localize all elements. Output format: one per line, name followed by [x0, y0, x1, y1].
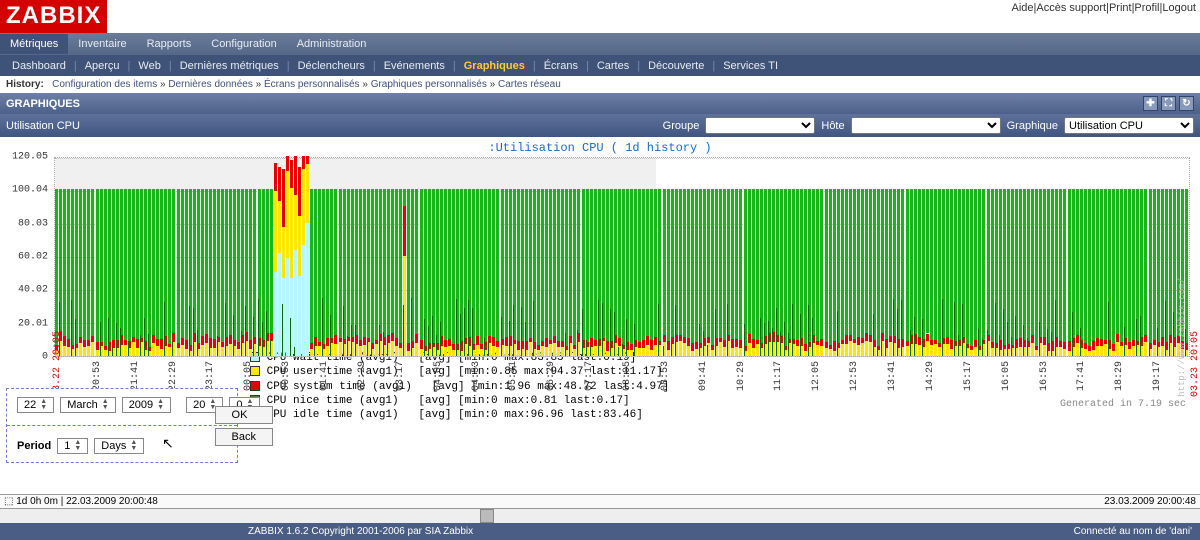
submenu-Découverte[interactable]: Découverte	[640, 60, 712, 72]
submenu-Evénements[interactable]: Evénements	[376, 60, 453, 72]
userlink-print[interactable]: Print	[1109, 2, 1132, 14]
menu-Métriques[interactable]: Métriques	[0, 34, 68, 54]
history-link[interactable]: Écrans personnalisés	[264, 79, 360, 90]
submenu-Web[interactable]: Web	[130, 60, 168, 72]
section-header: GRAPHIQUES ✚ ⛶ ↻	[0, 93, 1200, 114]
year-spinner[interactable]: 2009▲▼	[122, 397, 171, 413]
footer-user: Connecté au nom de 'dani'	[1074, 526, 1192, 537]
history-label: History:	[6, 79, 44, 90]
refresh-icon[interactable]: ↻	[1179, 96, 1194, 111]
filter-bar: Utilisation CPU Groupe Hôte Graphique Ut…	[0, 114, 1200, 137]
sub-menu: Dashboard|Aperçu|Web|Dernières métriques…	[0, 55, 1200, 76]
userlink-aide[interactable]: Aide	[1011, 2, 1033, 14]
submenu-Écrans[interactable]: Écrans	[536, 60, 586, 72]
date-controls-panel: 22▲▼ March▲▼ 2009▲▼ 20▲▼ 0▲▼ Period 1▲▼ …	[6, 388, 238, 463]
chart-plot[interactable]	[54, 157, 1190, 357]
footer-copyright: ZABBIX 1.6.2 Copyright 2001-2006 par SIA…	[248, 526, 473, 537]
submenu-Graphiques[interactable]: Graphiques	[456, 60, 533, 72]
group-label: Groupe	[663, 120, 700, 132]
month-spinner[interactable]: March▲▼	[60, 397, 116, 413]
y-axis-labels: 020.0140.0260.0280.03100.04120.05	[10, 157, 50, 357]
menu-Configuration[interactable]: Configuration	[201, 34, 286, 54]
submenu-Dernières métriques[interactable]: Dernières métriques	[172, 60, 287, 72]
graph-name-label: Utilisation CPU	[6, 120, 80, 132]
menu-Administration[interactable]: Administration	[287, 34, 377, 54]
graph-label: Graphique	[1007, 120, 1058, 132]
submenu-Cartes[interactable]: Cartes	[589, 60, 637, 72]
watermark: http://www.zabbix.com/	[1177, 278, 1187, 397]
slider-handle[interactable]	[480, 509, 494, 523]
generated-note: Generated in 7.19 sec	[1060, 399, 1186, 410]
timeline-bar: ⬚ 1d 0h 0m | 22.03.2009 20:00:48 23.03.2…	[0, 494, 1200, 509]
userlink-profil[interactable]: Profil	[1134, 2, 1159, 14]
period-label: Period	[17, 440, 51, 452]
ok-button[interactable]: OK	[215, 406, 273, 424]
submenu-Aperçu[interactable]: Aperçu	[77, 60, 128, 72]
back-button[interactable]: Back	[215, 428, 273, 446]
host-select[interactable]	[851, 117, 1001, 134]
history-link[interactable]: Dernières données	[168, 79, 253, 90]
period-unit-spinner[interactable]: Days▲▼	[94, 438, 144, 454]
host-label: Hôte	[821, 120, 844, 132]
menu-Rapports[interactable]: Rapports	[137, 34, 202, 54]
history-link[interactable]: Cartes réseau	[498, 79, 561, 90]
user-links: Aide|Accès support|Print|Profil|Logout	[1011, 0, 1200, 14]
history-link[interactable]: Configuration des items	[52, 79, 157, 90]
add-icon[interactable]: ✚	[1143, 96, 1158, 111]
logo: ZABBIX	[0, 0, 107, 33]
fullscreen-icon[interactable]: ⛶	[1161, 96, 1176, 111]
submenu-Services TI[interactable]: Services TI	[715, 60, 786, 72]
timeline-left: 1d 0h 0m | 22.03.2009 20:00:48	[16, 496, 158, 507]
section-title: GRAPHIQUES	[6, 98, 80, 110]
period-value-spinner[interactable]: 1▲▼	[57, 438, 88, 454]
history-link[interactable]: Graphiques personnalisés	[371, 79, 487, 90]
userlink-accès support[interactable]: Accès support	[1036, 2, 1106, 14]
submenu-Déclencheurs[interactable]: Déclencheurs	[290, 60, 373, 72]
history-bar: History: Configuration des items » Derni…	[0, 76, 1200, 93]
footer: ZABBIX 1.6.2 Copyright 2001-2006 par SIA…	[0, 523, 1200, 540]
chart-title: :Utilisation CPU ( 1d history )	[10, 141, 1190, 155]
graph-area: :Utilisation CPU ( 1d history ) 020.0140…	[0, 137, 1200, 424]
graph-select[interactable]: Utilisation CPU	[1064, 117, 1194, 134]
day-spinner[interactable]: 22▲▼	[17, 397, 54, 413]
group-select[interactable]	[705, 117, 815, 134]
legend-row: CPU idle time (avg1) [avg] [min:0 max:96…	[250, 408, 1190, 422]
menu-Inventaire[interactable]: Inventaire	[68, 34, 136, 54]
submenu-Dashboard[interactable]: Dashboard	[4, 60, 74, 72]
timeline-right: 23.03.2009 20:00:48	[1104, 496, 1196, 507]
main-menu: MétriquesInventaireRapportsConfiguration…	[0, 33, 1200, 55]
userlink-logout[interactable]: Logout	[1162, 2, 1196, 14]
time-slider[interactable]	[0, 509, 1200, 523]
